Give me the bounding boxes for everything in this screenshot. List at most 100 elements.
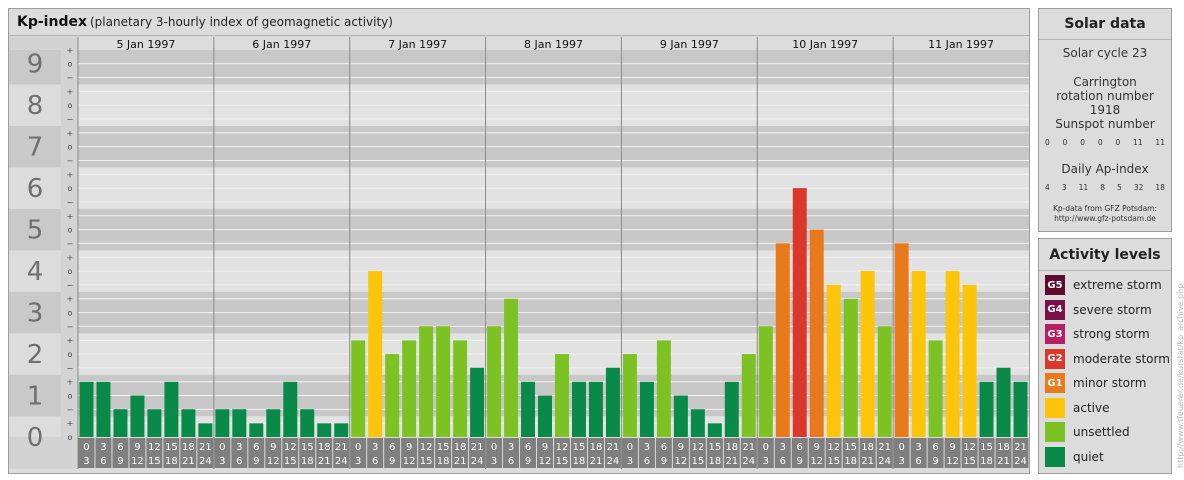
kp-bar: [622, 354, 637, 437]
sunspot-value: 0: [1115, 138, 1121, 147]
kp-bar: [673, 395, 688, 437]
kp-bar: [130, 395, 145, 437]
y-tick-label: 0: [27, 423, 44, 453]
hour-end-label: 9: [525, 456, 531, 467]
ap-index-values: 4 3 11 8 5 32 18: [1045, 183, 1165, 192]
legend-swatch: G3: [1045, 324, 1065, 344]
y-minor-tick-label: +: [67, 253, 74, 262]
kp-bar: [962, 284, 977, 437]
y-minor-tick-label: −: [67, 239, 74, 248]
y-minor-tick-label: o: [68, 60, 73, 69]
legend-swatch: [1045, 397, 1065, 418]
hour-start-label: 12: [556, 442, 569, 453]
legend-item: unsettled: [1045, 422, 1130, 442]
source-url[interactable]: http://www.gfz-potsdam.de: [1039, 214, 1171, 223]
kp-bar: [911, 271, 926, 437]
hour-start-label: 21: [199, 442, 212, 453]
kp-bar: [453, 340, 468, 437]
kp-bar: [181, 409, 196, 437]
hour-start-label: 15: [301, 442, 314, 453]
hour-end-label: 3: [763, 456, 769, 467]
hour-start-label: 3: [372, 442, 378, 453]
credit-url[interactable]: http://www.tfeuerer.de/kurstat/kp_archiv…: [1176, 284, 1184, 468]
kp-bar: [351, 340, 366, 437]
kp-bar: [538, 395, 552, 437]
sunspot-values: 0 0 0 0 0 11 11: [1045, 138, 1165, 147]
kp-bar: [198, 423, 213, 437]
hour-start-label: 0: [355, 442, 361, 453]
legend-label: extreme storm: [1073, 278, 1162, 292]
sunspot-value: 0: [1045, 138, 1050, 147]
kp-bar: [436, 326, 451, 437]
hour-end-label: 18: [573, 456, 586, 467]
y-minor-tick-label: o: [68, 226, 73, 235]
hour-start-label: 21: [742, 442, 755, 453]
hour-end-label: 21: [725, 456, 738, 467]
hour-end-label: 21: [590, 456, 603, 467]
kp-bar: [266, 409, 281, 437]
hour-start-label: 0: [219, 442, 225, 453]
y-minor-tick-label: o: [68, 350, 73, 359]
kp-bar: [215, 409, 230, 437]
kp-bar: [775, 243, 790, 437]
hour-end-label: 3: [491, 456, 497, 467]
kp-bar: [249, 423, 264, 437]
day-label: 8 Jan 1997: [524, 38, 583, 51]
hour-start-label: 15: [165, 442, 178, 453]
hour-start-label: 18: [182, 442, 195, 453]
hour-start-label: 6: [797, 442, 803, 453]
hour-start-label: 6: [253, 442, 259, 453]
hour-end-label: 15: [691, 456, 704, 467]
sunspot-title: Sunspot number: [1055, 117, 1155, 131]
hour-start-label: 15: [437, 442, 450, 453]
kp-bar: [164, 381, 179, 437]
hour-start-label: 15: [708, 442, 721, 453]
hour-start-label: 0: [898, 442, 904, 453]
y-minor-tick-label: −: [67, 115, 74, 124]
hour-start-label: 21: [1014, 442, 1027, 453]
legend-label: minor storm: [1073, 376, 1147, 390]
hour-start-label: 6: [389, 442, 395, 453]
kp-bar: [877, 326, 892, 437]
kp-bar: [487, 326, 502, 437]
kp-bar: [283, 381, 298, 437]
day-label: 5 Jan 1997: [116, 38, 175, 51]
y-minor-tick-label: o: [68, 433, 73, 442]
hour-start-label: 12: [420, 442, 433, 453]
y-minor-tick-label: o: [68, 184, 73, 193]
hour-end-label: 12: [131, 456, 144, 467]
hour-end-label: 6: [236, 456, 242, 467]
hour-start-label: 18: [997, 442, 1010, 453]
hour-end-label: 24: [1014, 456, 1027, 467]
y-minor-tick-label: +: [67, 129, 74, 138]
legend-swatch: [1045, 446, 1065, 467]
hour-start-label: 6: [661, 442, 667, 453]
kp-bar: [147, 409, 162, 437]
kp-bar: [317, 423, 332, 437]
hour-end-label: 3: [627, 456, 633, 467]
hour-end-label: 6: [915, 456, 921, 467]
hour-start-label: 0: [491, 442, 497, 453]
kp-bar: [402, 340, 417, 437]
hour-end-label: 6: [372, 456, 378, 467]
hour-end-label: 18: [301, 456, 314, 467]
hour-end-label: 12: [267, 456, 280, 467]
hour-end-label: 18: [708, 456, 721, 467]
hour-end-label: 15: [556, 456, 569, 467]
ap-index-value: 5: [1117, 183, 1122, 192]
solar-data-title: Solar data: [1064, 16, 1146, 32]
kp-bar: [945, 271, 960, 437]
kp-bar: [724, 381, 739, 437]
hour-end-label: 3: [219, 456, 225, 467]
hour-end-label: 15: [420, 456, 433, 467]
y-minor-tick-label: +: [67, 46, 74, 55]
hour-end-label: 21: [318, 456, 331, 467]
sunspot-value: 11: [1133, 138, 1143, 147]
sunspot-value: 0: [1080, 138, 1085, 147]
legend-label: strong storm: [1073, 327, 1150, 341]
hour-start-label: 9: [134, 442, 140, 453]
hour-start-label: 3: [644, 442, 650, 453]
legend-swatch: G4: [1045, 299, 1065, 320]
hour-start-label: 9: [814, 442, 820, 453]
ap-index-value: 18: [1155, 183, 1165, 192]
